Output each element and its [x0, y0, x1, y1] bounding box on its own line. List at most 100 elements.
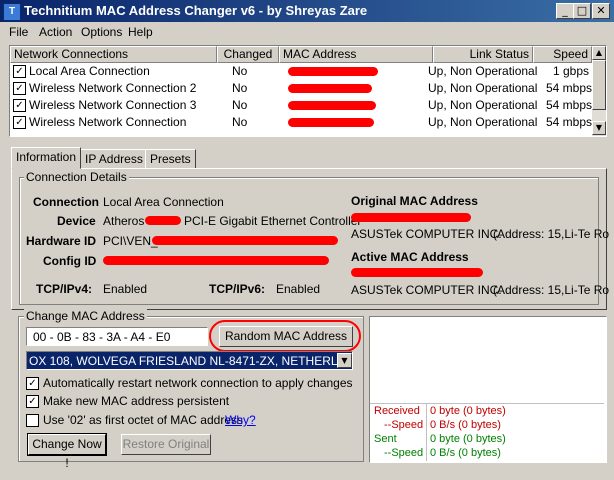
- persistent-checkbox[interactable]: ✓: [26, 395, 39, 408]
- tcp-ipv4-label: TCP/IPv4:: [36, 282, 93, 296]
- row-status: Up, Non Operational: [428, 98, 538, 112]
- table-row[interactable]: ✓ Wireless Network Connection 2 No Up, N…: [10, 80, 592, 97]
- maximize-button[interactable]: □: [573, 3, 591, 19]
- row-checkbox[interactable]: ✓: [13, 65, 26, 78]
- header-link-status[interactable]: Link Status: [433, 46, 533, 63]
- menu-options[interactable]: Options: [81, 25, 122, 39]
- vendor-select[interactable]: OX 108, WOLVEGA FRIESLAND NL-8471-ZX, NE…: [26, 351, 353, 370]
- row-status: Up, Non Operational: [428, 81, 538, 95]
- connections-list[interactable]: Network Connections Changed MAC Address …: [9, 45, 607, 137]
- title-bar[interactable]: T Technitium MAC Address Changer v6 - by…: [0, 0, 614, 22]
- tab-information[interactable]: Information: [11, 147, 82, 169]
- tcp-ipv6-label: TCP/IPv6:: [209, 282, 266, 296]
- stats-column-divider: [426, 404, 427, 461]
- redaction-mark: [145, 216, 181, 225]
- active-mac-label: Active MAC Address: [351, 250, 469, 264]
- table-row[interactable]: ✓ Local Area Connection No Up, Non Opera…: [10, 63, 592, 80]
- connection-value: Local Area Connection: [103, 195, 224, 209]
- header-network-connections[interactable]: Network Connections: [10, 46, 217, 63]
- scroll-thumb[interactable]: [592, 60, 606, 110]
- scroll-down-arrow-icon[interactable]: ▼: [592, 121, 606, 135]
- redaction-mark: [103, 256, 329, 265]
- original-vendor: ASUSTek COMPUTER INC.: [351, 227, 502, 241]
- sent-speed-label: --Speed: [384, 447, 424, 459]
- table-row[interactable]: ✓ Wireless Network Connection No Up, Non…: [10, 114, 592, 131]
- row-speed: 54 mbps: [546, 81, 593, 95]
- close-button[interactable]: ✕: [592, 3, 610, 19]
- redaction-mark: [288, 118, 374, 127]
- sent-speed-value: 0 B/s (0 bytes): [430, 447, 501, 459]
- active-vendor: ASUSTek COMPUTER INC.: [351, 283, 502, 297]
- connection-details-label: Connection Details: [24, 170, 129, 184]
- change-now-button[interactable]: Change Now !: [27, 433, 107, 470]
- row-checkbox[interactable]: ✓: [13, 82, 26, 95]
- sent-label: Sent: [374, 433, 397, 445]
- list-scrollbar[interactable]: ▲ ▼: [592, 46, 606, 136]
- connection-label: Connection: [33, 195, 99, 209]
- received-value: 0 byte (0 bytes): [430, 405, 506, 417]
- row-name: Wireless Network Connection: [29, 115, 187, 129]
- restart-option-label: Automatically restart network connection…: [43, 376, 353, 390]
- row-status: Up, Non Operational: [428, 64, 538, 78]
- received-speed-value: 0 B/s (0 bytes): [430, 419, 501, 431]
- information-panel: Connection Details Connection Local Area…: [11, 168, 610, 310]
- redaction-mark: [152, 236, 338, 245]
- row-speed: 1 gbps: [553, 64, 590, 78]
- hardware-id-label: Hardware ID: [26, 234, 97, 248]
- restart-checkbox[interactable]: ✓: [26, 377, 39, 390]
- received-label: Received: [374, 405, 420, 417]
- restore-original-button[interactable]: Restore Original: [121, 434, 211, 455]
- menu-action[interactable]: Action: [39, 25, 72, 39]
- why-link[interactable]: Why?: [225, 413, 256, 427]
- sent-value: 0 byte (0 bytes): [430, 433, 506, 445]
- traffic-graph: Received 0 byte (0 bytes) --Speed 0 B/s …: [369, 316, 607, 463]
- row-checkbox[interactable]: ✓: [13, 99, 26, 112]
- row-speed: 54 mbps: [546, 98, 593, 112]
- redaction-mark: [351, 213, 471, 222]
- tab-presets[interactable]: Presets: [145, 149, 196, 169]
- row-name: Wireless Network Connection 3: [29, 98, 197, 112]
- tab-ip-address[interactable]: IP Address: [80, 149, 148, 169]
- row-changed: No: [232, 115, 248, 129]
- device-label: Device: [57, 214, 96, 228]
- active-vendor-address: (Address: 15,Li-Te Ro: [493, 283, 610, 297]
- tcp-ipv6-value: Enabled: [276, 282, 321, 296]
- table-row[interactable]: ✓ Wireless Network Connection 3 No Up, N…: [10, 97, 592, 114]
- header-mac-address[interactable]: MAC Address: [279, 46, 433, 63]
- row-changed: No: [232, 98, 248, 112]
- status-bar: [0, 469, 614, 480]
- list-header: Network Connections Changed MAC Address …: [10, 46, 592, 63]
- original-mac-label: Original MAC Address: [351, 194, 478, 208]
- header-speed[interactable]: Speed: [533, 46, 592, 63]
- scroll-up-arrow-icon[interactable]: ▲: [592, 46, 606, 60]
- row-checkbox[interactable]: ✓: [13, 116, 26, 129]
- header-changed[interactable]: Changed: [217, 46, 279, 63]
- original-vendor-address: (Address: 15,Li-Te Ro: [493, 227, 610, 241]
- use-02-option-label: Use '02' as first octet of MAC address: [43, 413, 243, 427]
- row-speed: 54 mbps: [546, 115, 593, 129]
- redaction-mark: [288, 84, 372, 93]
- chevron-down-icon[interactable]: ▼: [337, 353, 352, 368]
- menu-file[interactable]: File: [9, 25, 28, 39]
- redaction-mark: [288, 67, 378, 76]
- minimize-button[interactable]: _: [556, 3, 574, 19]
- row-changed: No: [232, 81, 248, 95]
- device-value-model: PCI-E Gigabit Ethernet Controller: [184, 214, 362, 228]
- use-02-checkbox[interactable]: [26, 414, 39, 427]
- menu-bar: File Action Options Help: [0, 22, 614, 42]
- stats-divider: [370, 403, 604, 404]
- change-mac-label: Change MAC Address: [24, 309, 147, 323]
- app-icon: T: [3, 3, 21, 21]
- tcp-ipv4-value: Enabled: [103, 282, 148, 296]
- redaction-mark: [351, 268, 483, 277]
- mac-address-input[interactable]: 00 - 0B - 83 - 3A - A4 - E0: [26, 327, 208, 346]
- row-changed: No: [232, 64, 248, 78]
- hardware-id-value: PCI\VEN_: [103, 234, 158, 248]
- random-mac-button[interactable]: Random MAC Address: [219, 326, 353, 347]
- device-value-vendor: Atheros: [103, 214, 145, 228]
- row-name: Local Area Connection: [29, 64, 150, 78]
- menu-help[interactable]: Help: [128, 25, 153, 39]
- redaction-mark: [288, 101, 376, 110]
- persistent-option-label: Make new MAC address persistent: [43, 394, 230, 408]
- row-status: Up, Non Operational: [428, 115, 538, 129]
